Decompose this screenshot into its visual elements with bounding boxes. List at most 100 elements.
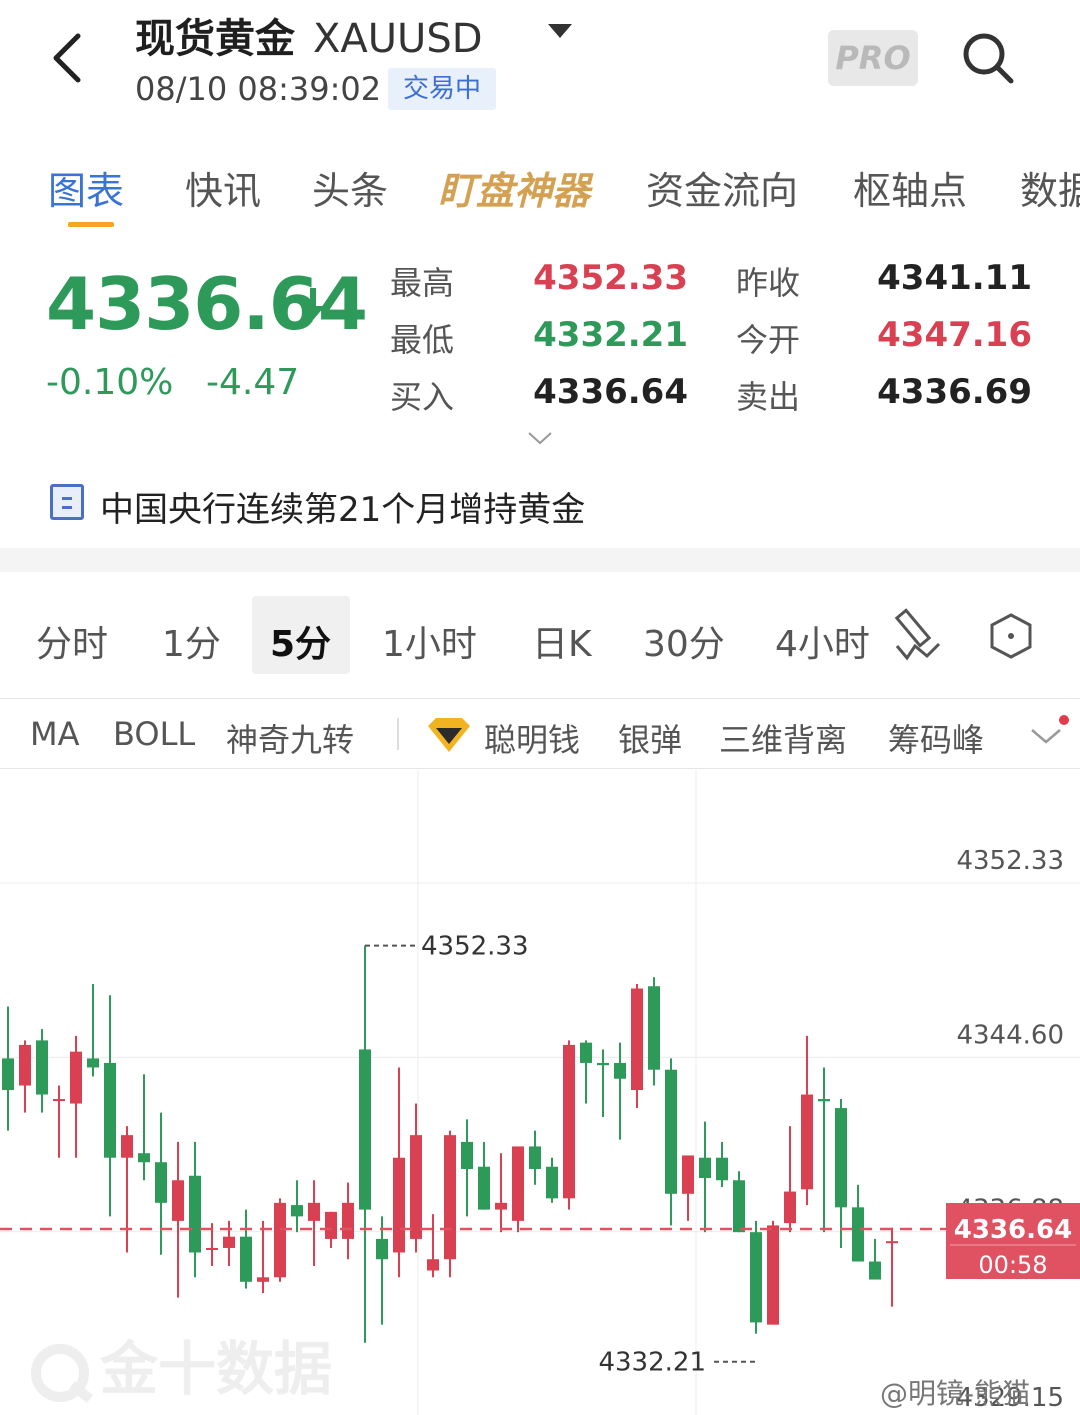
current-price-label: 4336.64 bbox=[954, 1215, 1072, 1245]
expand-chevron-icon[interactable] bbox=[527, 430, 553, 446]
tab-monitor-tool[interactable]: 盯盘神器 bbox=[438, 160, 590, 215]
active-tab-indicator bbox=[68, 222, 114, 227]
jin10-watermark-text: 金十数据 bbox=[100, 1335, 333, 1403]
jin10-logo-icon bbox=[31, 1343, 94, 1403]
chevron-down-icon[interactable] bbox=[1028, 712, 1074, 752]
candle-body bbox=[478, 1166, 490, 1210]
candle-body bbox=[172, 1180, 184, 1221]
candle-body bbox=[274, 1202, 286, 1278]
y-tick-label: 4352.33 bbox=[956, 846, 1064, 876]
candle-body bbox=[648, 986, 660, 1070]
settings-hexagon-icon[interactable] bbox=[988, 612, 1034, 660]
instrument-title[interactable]: 现货黄金 XAUUSD bbox=[135, 6, 483, 64]
bid-label: 买入 bbox=[390, 378, 455, 416]
indicator-ma[interactable]: MA bbox=[30, 715, 80, 753]
period-5m[interactable]: 5分 bbox=[270, 615, 331, 667]
indicator-chip-peak[interactable]: 筹码峰 bbox=[888, 715, 984, 761]
section-divider bbox=[0, 548, 1080, 572]
indicator-3d-divergence[interactable]: 三维背离 bbox=[719, 715, 847, 761]
ask-value: 4336.69 bbox=[877, 372, 1032, 412]
candle-body bbox=[665, 1069, 677, 1194]
instrument-name: 现货黄金 bbox=[135, 16, 295, 62]
candle-body bbox=[495, 1202, 507, 1210]
period-daily[interactable]: 日K bbox=[532, 615, 592, 667]
low-label: 最低 bbox=[390, 321, 455, 359]
chevron-down-icon[interactable] bbox=[548, 24, 572, 38]
news-icon bbox=[50, 484, 84, 520]
candle-body bbox=[19, 1044, 31, 1086]
candle-body bbox=[784, 1191, 796, 1224]
arrow-down-icon bbox=[301, 288, 325, 320]
indicator-boll[interactable]: BOLL bbox=[113, 715, 195, 753]
candlestick-chart[interactable]: 4352.33 4344.60 4336.88 4329.15 4336.64 … bbox=[0, 770, 1080, 1415]
back-arrow-icon[interactable] bbox=[40, 28, 100, 88]
change-value: -4.47 bbox=[206, 362, 300, 403]
candle-body bbox=[257, 1277, 269, 1282]
draw-tool-icon[interactable] bbox=[893, 606, 943, 662]
tab-data[interactable]: 数据 bbox=[1020, 160, 1080, 215]
high-label: 最高 bbox=[390, 264, 455, 302]
candle-body bbox=[342, 1202, 354, 1239]
candle-body bbox=[223, 1236, 235, 1248]
indicator-td9[interactable]: 神奇九转 bbox=[226, 715, 354, 761]
candle-body bbox=[767, 1225, 779, 1325]
candle-body bbox=[869, 1261, 881, 1280]
tab-headlines[interactable]: 头条 bbox=[312, 160, 388, 215]
tab-pivot-points[interactable]: 枢轴点 bbox=[853, 160, 967, 215]
period-1h[interactable]: 1小时 bbox=[382, 615, 477, 667]
candle-body bbox=[580, 1042, 592, 1063]
candle-body bbox=[70, 1051, 82, 1104]
tab-flash-news[interactable]: 快讯 bbox=[185, 160, 261, 215]
candle-body bbox=[631, 988, 643, 1091]
candle-body bbox=[529, 1146, 541, 1169]
period-timeshare[interactable]: 分时 bbox=[36, 615, 108, 667]
candle-body bbox=[325, 1211, 337, 1239]
high-marker-label: 4352.33 bbox=[421, 932, 529, 962]
ask-label: 卖出 bbox=[736, 378, 801, 416]
candle-body bbox=[240, 1236, 252, 1282]
candle-body bbox=[2, 1058, 14, 1091]
low-marker-label: 4332.21 bbox=[598, 1348, 706, 1378]
tab-chart[interactable]: 图表 bbox=[48, 160, 124, 215]
candle-body bbox=[53, 1099, 65, 1102]
candle-body bbox=[36, 1040, 48, 1095]
period-30m[interactable]: 30分 bbox=[643, 615, 725, 667]
tab-fund-flow[interactable]: 资金流向 bbox=[646, 160, 798, 215]
candles bbox=[2, 945, 898, 1343]
candle-body bbox=[138, 1153, 150, 1163]
indicator-silver-bullet[interactable]: 银弹 bbox=[618, 715, 682, 761]
instrument-symbol: XAUUSD bbox=[313, 16, 483, 62]
candle-body bbox=[104, 1062, 116, 1158]
quote-datetime: 08/10 08:39:02 bbox=[135, 70, 382, 108]
candle-countdown: 00:58 bbox=[978, 1251, 1047, 1279]
prev-close-label: 昨收 bbox=[736, 264, 801, 302]
y-tick-label: 4344.60 bbox=[956, 1020, 1064, 1050]
indicator-smart-money[interactable]: 聪明钱 bbox=[484, 715, 580, 761]
divider bbox=[0, 768, 1080, 769]
news-headline[interactable]: 中国央行连续第21个月增持黄金 bbox=[100, 482, 585, 531]
indicator-separator bbox=[397, 718, 399, 750]
candle-body bbox=[189, 1175, 201, 1253]
candle-body bbox=[733, 1180, 745, 1233]
prev-close-value: 4341.11 bbox=[877, 258, 1032, 298]
jin10-watermark: 金十数据 bbox=[28, 1322, 332, 1406]
candle-body bbox=[410, 1135, 422, 1239]
candle-body bbox=[699, 1157, 711, 1179]
candle-body bbox=[359, 1049, 371, 1210]
candle-body bbox=[818, 1099, 830, 1102]
search-icon[interactable] bbox=[958, 28, 1018, 88]
period-4h[interactable]: 4小时 bbox=[775, 615, 873, 667]
period-1m[interactable]: 1分 bbox=[162, 615, 221, 667]
weibo-watermark: @明镜-熊猫 bbox=[880, 1377, 1031, 1410]
candle-body bbox=[121, 1135, 133, 1158]
candle-body bbox=[835, 1108, 847, 1208]
candle-body bbox=[308, 1202, 320, 1221]
candle-body bbox=[291, 1205, 303, 1217]
open-label: 今开 bbox=[736, 321, 801, 359]
pro-button[interactable]: PRO bbox=[828, 30, 918, 86]
candle-body bbox=[716, 1157, 728, 1181]
candle-body bbox=[852, 1207, 864, 1262]
candle-body bbox=[393, 1157, 405, 1253]
diamond-icon bbox=[428, 718, 470, 752]
candle-body bbox=[614, 1062, 626, 1079]
